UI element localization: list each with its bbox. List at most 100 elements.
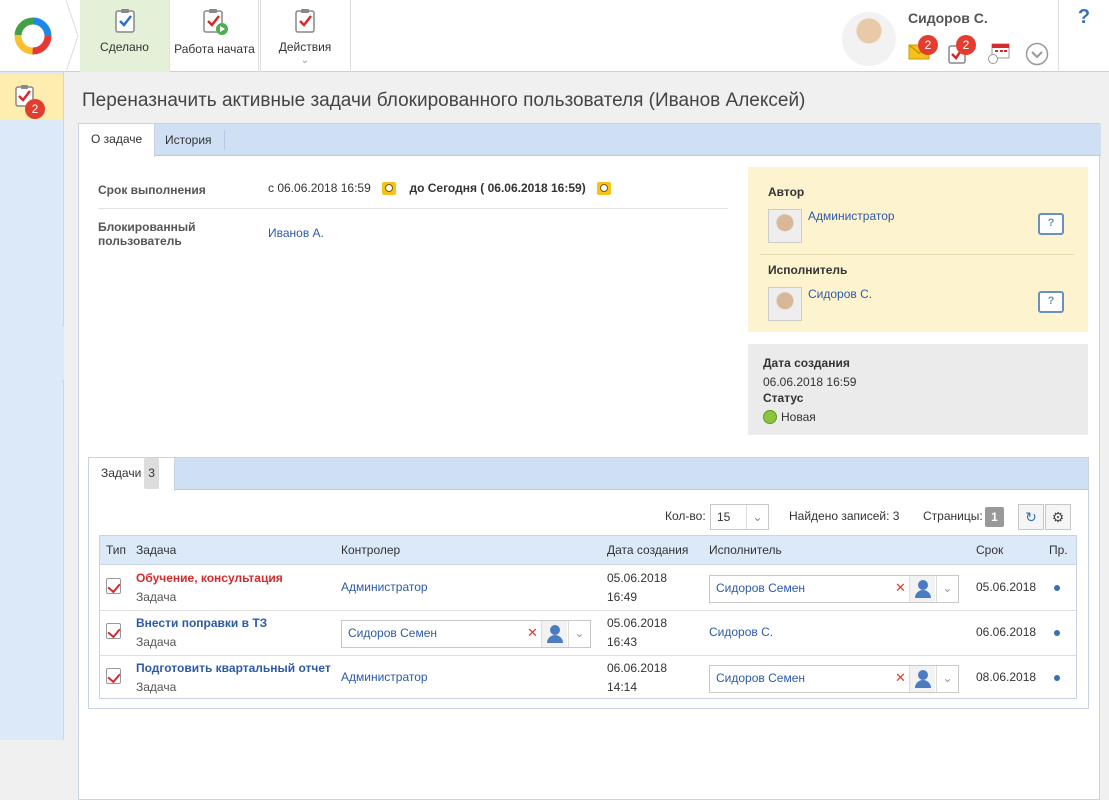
clear-icon[interactable]: ✕ [895,670,906,686]
done-button[interactable]: Сделано [80,0,170,72]
top-toolbar: Сделано Работа начата Действия ⌄ Сидоров… [0,0,1109,72]
executor-link[interactable]: Сидоров С. [709,623,773,641]
author-avatar[interactable] [768,209,802,243]
refresh-icon[interactable]: ↻ [1018,504,1044,530]
col-task[interactable]: Задача [136,536,176,565]
blocked-user-link[interactable]: Иванов А. [268,226,324,240]
task-kind: Задача [136,590,177,604]
tab-tasks-label: Задачи [101,466,142,480]
col-type[interactable]: Тип [106,536,126,565]
calendar-icon[interactable] [988,42,1010,64]
found-value: 3 [892,509,900,523]
due-date: 05.06.2018 [976,580,1037,594]
tab-about[interactable]: О задаче [79,124,156,157]
task-kind: Задача [136,680,177,694]
status-value: Новая [763,409,816,425]
executor-link[interactable]: Сидоров С. [808,287,872,301]
executor-combo-value: Сидоров Семен [716,671,805,685]
grid-header: Тип Задача Контролер Дата создания Испол… [100,536,1076,565]
user-name[interactable]: Сидоров С. [908,10,988,26]
gear-icon[interactable]: ⚙ [1045,504,1071,530]
executor-combo-value: Сидоров Семен [716,581,805,595]
controller-combo[interactable]: Сидоров Семен ✕ ⌄ [341,620,591,648]
divider [760,254,1074,255]
task-title-link[interactable]: Подготовить квартальный отчет [136,659,331,677]
controller-link[interactable]: Администратор [341,668,428,686]
sidebar-tasks-badge: 2 [25,99,45,119]
done-label: Сделано [100,40,149,54]
clear-icon[interactable]: ✕ [527,625,538,641]
col-priority[interactable]: Пр. [1049,536,1068,565]
executor-avatar[interactable] [768,287,802,321]
table-row[interactable]: Обучение, консультация Задача Администра… [100,566,1076,611]
task-title-link[interactable]: Внести поправки в ТЗ [136,614,267,632]
user-picker-icon[interactable] [541,621,567,647]
help-button[interactable]: ? [1058,0,1109,72]
user-area: Сидоров С. 2 2 [842,0,1058,72]
task-type-icon [106,668,121,684]
task-tabs: О задаче История [79,124,1101,157]
task-title-link[interactable]: Обучение, консультация [136,569,283,587]
qty-value: 15 [717,510,731,524]
due-date: 06.06.2018 [976,625,1037,639]
clipboard-play-icon [202,9,228,35]
priority-dot [1054,630,1060,636]
executor-combo[interactable]: Сидоров Семен ✕ ⌄ [709,665,959,693]
page-title: Переназначить активные задачи блокирован… [82,90,806,111]
tasks-count-badge: 2 [956,35,976,55]
sidebar-item-tasks[interactable]: 2 [0,74,63,120]
controller-link[interactable]: Администратор [341,578,428,596]
executor-combo[interactable]: Сидоров Семен ✕ ⌄ [709,575,959,603]
actions-button[interactable]: Действия ⌄ [261,0,349,72]
user-picker-icon[interactable] [909,666,935,692]
chevron-down-icon[interactable]: ⌄ [568,621,590,647]
clock-icon[interactable] [382,182,397,196]
chevron-down-icon: ⌄ [300,55,310,66]
chevron-down-icon: ⌄ [746,505,768,529]
question-icon[interactable]: ? [1038,291,1064,313]
clear-icon[interactable]: ✕ [895,580,906,596]
qty-select[interactable]: 15 ⌄ [710,504,769,530]
tab-history[interactable]: История [153,130,225,150]
table-row[interactable]: Внести поправки в ТЗ Задача Сидоров Семе… [100,611,1076,656]
tasks-subpanel: Задачи 3 Кол-во: 15 ⌄ Найдено записей: 3 С… [88,457,1089,709]
work-started-button[interactable]: Работа начата [171,0,259,72]
task-panel: О задаче История Срок выполнения с 06.06… [78,123,1101,800]
logo-icon [14,17,52,55]
question-icon[interactable]: ? [1038,213,1064,235]
found-records: Найдено записей: 3 [789,503,899,529]
executor-label: Исполнитель [768,263,848,277]
col-due[interactable]: Срок [976,536,1003,565]
qty-label: Кол-во: [665,509,706,523]
blocked-user-label: Блокированный пользователь [98,220,196,248]
divider [98,208,728,209]
author-link[interactable]: Администратор [808,209,895,223]
deadline-label: Срок выполнения [98,183,206,197]
page-number-button[interactable]: 1 [985,507,1004,527]
col-executor[interactable]: Исполнитель [709,536,782,565]
deadline-from: с 06.06.2018 16:59 [268,181,371,195]
toolbar-divider [350,0,351,72]
user-menu-chevron-icon[interactable] [1025,42,1049,66]
col-created[interactable]: Дата создания [607,536,688,565]
pages-label: Страницы: [923,509,983,523]
col-controller[interactable]: Контролер [341,536,400,565]
created-date: 06.06.2018 [607,661,668,675]
task-kind: Задача [136,635,177,649]
user-picker-icon[interactable] [909,576,935,602]
tasks-grid: Тип Задача Контролер Дата создания Испол… [99,535,1077,699]
app-logo[interactable] [0,0,66,72]
chevron-down-icon[interactable]: ⌄ [936,576,958,602]
task-type-icon [106,623,121,639]
tasks-tabs: Задачи 3 [89,458,1088,491]
tasks-count: 3 [144,458,159,489]
tab-tasks[interactable]: Задачи 3 [89,458,175,491]
created-value: 06.06.2018 16:59 [763,375,857,389]
user-avatar[interactable] [842,12,896,66]
controller-combo-value: Сидоров Семен [348,626,437,640]
table-row[interactable]: Подготовить квартальный отчет Задача Адм… [100,656,1076,701]
chevron-down-icon[interactable]: ⌄ [936,666,958,692]
clipboard-check-icon [114,9,135,33]
actions-label: Действия [278,40,332,54]
clock-icon[interactable] [597,182,612,196]
